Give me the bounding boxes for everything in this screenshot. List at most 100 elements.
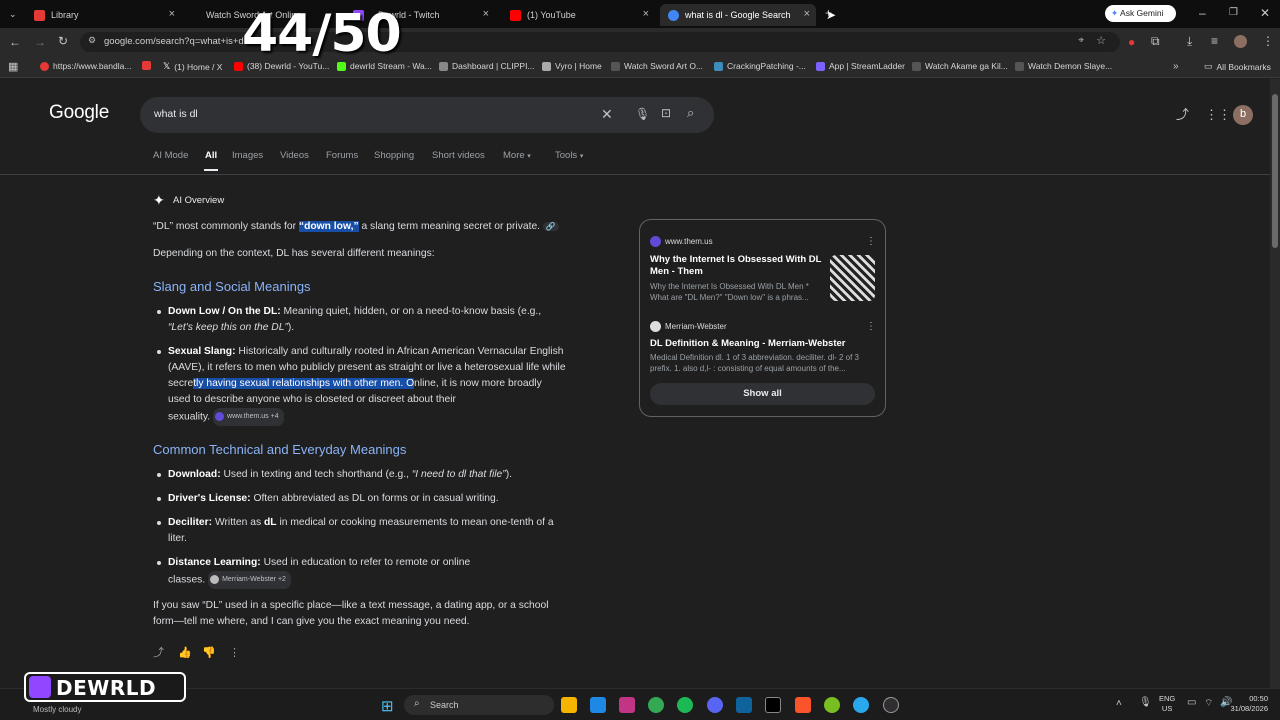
close-icon[interactable]: × xyxy=(643,8,649,20)
google-logo[interactable]: Google xyxy=(49,102,109,124)
location-icon[interactable]: ⌖ xyxy=(1078,35,1084,46)
scrollbar-thumb[interactable] xyxy=(1272,94,1278,248)
source-menu-icon[interactable]: ⋮ xyxy=(866,236,876,248)
search-input[interactable]: what is dl ✕ 🎙 ⊡ ⌕ xyxy=(140,97,714,133)
share-icon[interactable]: ⤴ xyxy=(153,647,164,659)
bullet-example: “I need to dl that file” xyxy=(411,469,506,480)
tab-youtube[interactable]: (1) YouTube × xyxy=(502,4,655,26)
store-icon[interactable] xyxy=(590,697,606,713)
forward-icon[interactable]: → xyxy=(34,36,46,48)
extensions-icon[interactable]: ⧉ xyxy=(1151,35,1160,47)
bookmark-item[interactable]: 𝕏 (1) Home / X xyxy=(163,61,222,72)
bookmark-item[interactable]: Watch Demon Slaye... xyxy=(1015,61,1112,71)
more-options-icon[interactable]: ⋮ xyxy=(229,647,240,659)
extension-red-icon[interactable]: ● xyxy=(1128,36,1135,48)
source-title-link[interactable]: DL Definition & Meaning - Merriam-Webste… xyxy=(650,338,875,350)
menu-kebab-icon[interactable]: ⋮ xyxy=(1262,35,1274,47)
bookmark-favicon xyxy=(912,61,921,71)
close-icon[interactable]: × xyxy=(804,8,810,20)
bookmarks-bar: ▦ https://www.bandla... 𝕏 (1) Home / X (3… xyxy=(0,56,1280,78)
tab-library[interactable]: Library × xyxy=(26,4,181,26)
clear-icon[interactable]: ✕ xyxy=(601,106,613,123)
selected-text: tly having sexual relationships with oth… xyxy=(193,378,415,389)
tab-forums[interactable]: Forums xyxy=(326,150,358,161)
all-bookmarks-button[interactable]: ▭ All Bookmarks xyxy=(1204,61,1271,72)
media-control-icon[interactable]: ≡ xyxy=(1211,35,1218,47)
mic-icon[interactable]: 🎙 xyxy=(635,107,650,121)
tab-google-search[interactable]: what is dl - Google Search × xyxy=(660,4,816,26)
spotify-icon[interactable] xyxy=(677,697,693,713)
google-apps-icon[interactable]: ⋮⋮ xyxy=(1205,108,1231,121)
chrome-icon[interactable] xyxy=(648,697,664,713)
tab-tools[interactable]: Tools ▾ xyxy=(555,150,583,161)
close-window-icon[interactable]: ✕ xyxy=(1260,7,1270,19)
close-icon[interactable]: × xyxy=(169,8,175,20)
ask-gemini-button[interactable]: ✦ Ask Gemini xyxy=(1105,5,1176,22)
obs-icon[interactable] xyxy=(883,697,899,713)
address-bar[interactable]: ⚙ google.com/search?q=what+is+dl ⌖ ☆ xyxy=(80,32,1120,52)
lang-line: US xyxy=(1161,704,1173,713)
clock-time: 00:50 xyxy=(1249,694,1268,703)
bookmark-label: Watch Demon Slaye... xyxy=(1028,61,1113,71)
mic-tray-icon[interactable]: 🎙 xyxy=(1139,697,1152,708)
bookmark-item[interactable]: Watch Akame ga Kil... xyxy=(912,61,1008,71)
vscode-icon[interactable] xyxy=(736,697,752,713)
tab-all[interactable]: All xyxy=(205,150,217,161)
close-icon[interactable]: × xyxy=(483,8,489,20)
tab-images[interactable]: Images xyxy=(232,150,263,161)
weather-text[interactable]: Mostly cloudy xyxy=(33,705,81,714)
bullet-text: in medical or cooking measurements to me… xyxy=(276,517,554,528)
discord-icon[interactable] xyxy=(707,697,723,713)
minimize-icon[interactable]: – xyxy=(1199,7,1206,19)
lang-indicator[interactable]: ENG US xyxy=(1159,694,1175,714)
tab-short-videos[interactable]: Short videos xyxy=(432,150,485,161)
chevron-right-icon[interactable]: » xyxy=(1173,61,1179,73)
bookmark-item[interactable]: https://www.bandla... xyxy=(40,61,131,71)
windows-start-icon[interactable]: ⊞ xyxy=(381,697,394,715)
restore-icon[interactable]: ❐ xyxy=(1229,7,1238,19)
reload-icon[interactable]: ↻ xyxy=(58,35,68,47)
thumbs-down-icon[interactable]: 👎 xyxy=(202,647,216,659)
bookmark-item[interactable]: Vyro | Home xyxy=(542,61,602,71)
source-title-link[interactable]: Why the Internet Is Obsessed With DL Men… xyxy=(650,254,824,278)
display-icon[interactable]: ▭ xyxy=(1187,697,1196,708)
source-chip-merriam[interactable]: Merriam-Webster +2 xyxy=(208,571,291,589)
chevron-down-icon[interactable]: ⌄ xyxy=(9,8,17,20)
tab-ai-mode[interactable]: AI Mode xyxy=(153,150,188,161)
bookmark-item[interactable]: Watch Sword Art O... xyxy=(611,61,703,71)
link-icon[interactable]: 🔗 xyxy=(542,222,559,231)
back-icon[interactable]: ← xyxy=(9,36,21,48)
tray-chevron-icon[interactable]: ˄ xyxy=(1116,698,1122,709)
bookmark-item[interactable]: Dashboard | CLIPPI... xyxy=(439,61,535,71)
tab-more[interactable]: More ▾ xyxy=(503,150,531,161)
pycharm-icon[interactable] xyxy=(765,697,781,713)
lens-icon[interactable]: ⊡ xyxy=(661,106,671,120)
share-icon[interactable]: ⤴ xyxy=(1176,108,1189,121)
bookmark-star-icon[interactable]: ☆ xyxy=(1096,34,1106,47)
search-icon[interactable]: ⌕ xyxy=(687,105,694,121)
account-avatar[interactable]: b xyxy=(1233,105,1253,125)
apps-grid-icon[interactable]: ▦ xyxy=(8,61,18,73)
tab-videos[interactable]: Videos xyxy=(280,150,309,161)
bookmark-item[interactable]: CrackingPatching -... xyxy=(714,61,806,71)
show-all-button[interactable]: Show all xyxy=(650,383,875,405)
bookmark-item[interactable] xyxy=(142,61,151,70)
tab-shopping[interactable]: Shopping xyxy=(374,150,414,161)
brave-icon[interactable] xyxy=(795,697,811,713)
source-thumbnail[interactable] xyxy=(830,255,875,301)
network-icon[interactable]: ⌔ xyxy=(1204,697,1213,710)
bookmark-item[interactable]: App | StreamLadder xyxy=(816,61,905,71)
download-icon[interactable]: ⤓ xyxy=(1187,35,1192,47)
instagram-icon[interactable] xyxy=(619,697,635,713)
telegram-icon[interactable] xyxy=(853,697,869,713)
thumbs-up-icon[interactable]: 👍 xyxy=(178,647,192,659)
clock[interactable]: 00:50 31/08/2026 xyxy=(1226,694,1268,714)
utorrent-icon[interactable] xyxy=(824,697,840,713)
site-info-icon[interactable]: ⚙ xyxy=(88,35,96,46)
source-chip-them[interactable]: www.them.us +4 xyxy=(213,408,284,426)
source-menu-icon[interactable]: ⋮ xyxy=(866,321,876,333)
file-explorer-icon[interactable] xyxy=(561,697,577,713)
taskbar-search[interactable]: ⌕ Search xyxy=(404,695,554,715)
profile-avatar[interactable] xyxy=(1234,35,1247,48)
watermark-text: DEWRLD xyxy=(56,676,157,700)
